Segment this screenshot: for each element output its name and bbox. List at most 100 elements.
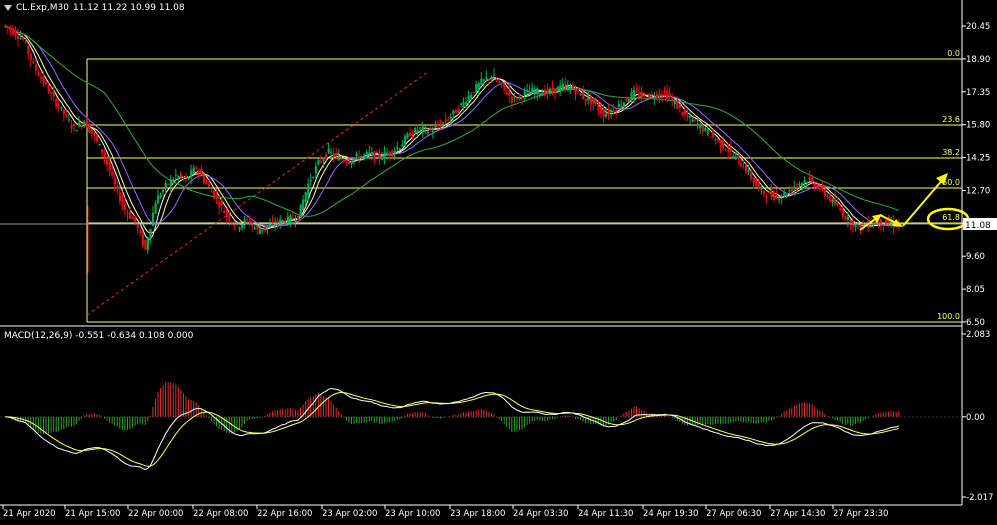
candle-body: [103, 152, 106, 158]
candle-body: [816, 184, 819, 189]
candle-body: [113, 178, 116, 185]
candle-body: [729, 147, 732, 152]
candle-body: [340, 158, 343, 160]
candle-body: [437, 125, 440, 127]
candle-body: [661, 94, 664, 97]
candle-body: [19, 38, 22, 40]
candle-body: [164, 182, 167, 188]
background: [0, 0, 997, 521]
candle-body: [37, 72, 40, 76]
candle-body: [73, 124, 76, 127]
candle-body: [294, 220, 297, 222]
candle-body: [154, 203, 157, 214]
candle-body: [149, 228, 152, 239]
candle-body: [27, 45, 30, 54]
chart-window[interactable]: 0.0 23.6 38.2 50.0 61.8 100.0 20.45 18.90 17.35…: [0, 0, 997, 521]
price-tick-label: 17.35: [966, 88, 990, 98]
candle-body: [6, 26, 10, 29]
candle-body: [52, 91, 55, 97]
candle-body: [207, 183, 211, 187]
candle-body: [760, 187, 763, 190]
candle-body: [704, 127, 707, 131]
candle-body: [640, 91, 643, 98]
candle-body: [658, 93, 661, 97]
candle-body: [551, 87, 554, 92]
candle-body: [396, 147, 399, 149]
candle-body: [765, 196, 768, 199]
fib-level-label: 23.6: [942, 115, 960, 124]
candle-body: [571, 85, 575, 89]
candle-body: [304, 192, 307, 202]
candle-body: [88, 123, 91, 132]
candle-body: [739, 163, 743, 167]
candle-body: [210, 191, 213, 193]
candle-body: [643, 94, 646, 96]
candle-body: [686, 115, 689, 118]
candle-body: [579, 94, 582, 96]
candle-body: [118, 192, 122, 202]
candle-body: [879, 219, 883, 227]
candle-body: [45, 82, 48, 84]
price-tick-label: 20.45: [966, 22, 990, 32]
time-tick-label: 21 Apr 2020: [3, 509, 56, 519]
candle-body: [841, 210, 844, 217]
candle-body: [826, 197, 829, 199]
candle-body: [452, 110, 455, 115]
candle-body: [699, 124, 702, 129]
candle-body: [747, 170, 750, 172]
candle-body: [241, 224, 244, 228]
candle-body: [477, 83, 480, 88]
candle-body: [144, 240, 147, 250]
triangle-down-icon[interactable]: [4, 5, 12, 11]
candle-body: [500, 82, 503, 84]
candle-body: [811, 177, 814, 182]
candle-body: [263, 226, 267, 229]
candle-body: [447, 119, 450, 121]
candle-body: [561, 83, 564, 89]
candle-body: [409, 132, 412, 137]
candle-body: [834, 198, 837, 206]
candle-body: [34, 64, 38, 71]
candle-body: [538, 94, 542, 96]
candle-body: [365, 152, 368, 154]
candle-body: [503, 84, 506, 89]
candle-body: [42, 74, 45, 84]
candle-body: [666, 90, 669, 100]
time-tick-label: 24 Apr 03:30: [513, 509, 568, 519]
candle-body: [459, 103, 463, 105]
candle-body: [80, 124, 83, 126]
candle-body: [85, 118, 88, 128]
candle-body: [202, 175, 206, 183]
candle-body: [495, 79, 498, 81]
candle-body: [869, 226, 872, 228]
candle-body: [325, 154, 328, 159]
candle-body: [829, 196, 832, 202]
candle-body: [383, 151, 386, 159]
candle-body: [228, 215, 231, 222]
candle-body: [187, 177, 190, 180]
candle-body: [355, 154, 358, 157]
candle-body: [566, 85, 570, 91]
chart-canvas[interactable]: 0.023.638.250.061.8100.0 20.4518.9017.35…: [0, 0, 997, 521]
candle-body: [734, 156, 738, 160]
candle-body: [788, 190, 791, 192]
candle-body: [98, 144, 101, 146]
candle-body: [806, 182, 809, 184]
candle-body: [462, 101, 465, 108]
candle-body: [345, 162, 348, 164]
candle-body: [635, 91, 638, 93]
candle-body: [378, 153, 381, 159]
time-tick-label: 24 Apr 19:30: [643, 509, 698, 519]
time-tick-label: 22 Apr 00:00: [128, 509, 183, 519]
candle-body: [650, 94, 654, 96]
candle-body: [844, 216, 847, 220]
candle-body: [638, 92, 641, 98]
candle-body: [375, 151, 379, 153]
candle-body: [694, 119, 697, 121]
candle-body: [57, 105, 60, 108]
candle-body: [47, 88, 50, 93]
candle-body: [129, 211, 132, 219]
candle-body: [780, 196, 783, 198]
candle-body: [442, 122, 445, 124]
candle-body: [482, 79, 486, 81]
